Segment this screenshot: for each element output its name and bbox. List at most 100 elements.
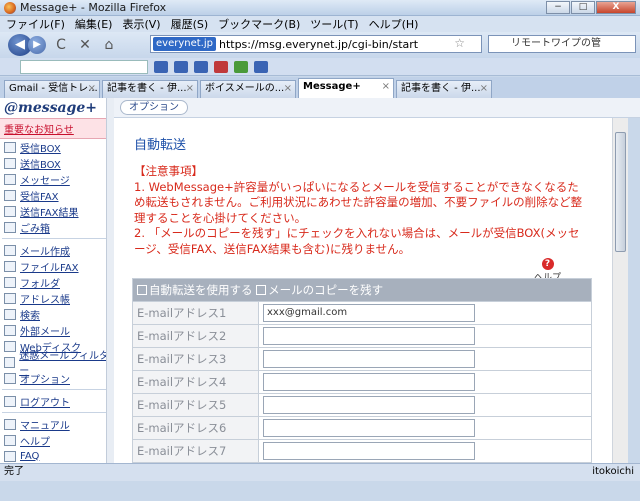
sidebar-item-search[interactable]: 検索 [0,306,111,322]
logout-icon [4,395,16,407]
options-label: オプション [129,102,179,113]
url-text[interactable]: https://msg.everynet.jp/cgi-bin/start [219,38,418,51]
toolbar-button-icon[interactable] [214,60,228,73]
tab-label: 記事を書く - 伊... [401,83,481,94]
address-label: E-mailアドレス4 [132,370,259,394]
email-field-7[interactable] [263,442,475,460]
message-plus-logo: @message+ [4,100,97,116]
status-bar: 完了 itokoichi [0,463,640,481]
tab-voicemail[interactable]: ボイスメールの... × [200,80,296,98]
toolbar-button-icon[interactable] [154,60,168,73]
minimize-button[interactable]: − [546,1,570,14]
email-field-5[interactable] [263,396,475,414]
sidebar-item-inbox[interactable]: 受信BOX [0,139,111,155]
scrollbar-thumb[interactable] [615,132,626,252]
forward-checkbox-label: 自動転送を使用する [149,283,253,297]
close-tab-icon[interactable]: × [382,79,390,95]
stop-icon[interactable]: ✕ [76,36,94,54]
menu-history[interactable]: 履歴(S) [171,16,209,32]
home-icon[interactable]: ⌂ [100,36,118,54]
caution-notes: 【注意事項】 1. WebMessage+許容量がいっぱいになるとメールを受信す… [134,164,584,257]
addon-toolbar [0,58,640,76]
table-row: E-mailアドレス4 [132,370,592,394]
sidebar-item-received-fax[interactable]: 受信FAX [0,187,111,203]
sidebar-item-sent-fax-result[interactable]: 送信FAX結果 [0,203,111,219]
sidebar-item-file-fax[interactable]: ファイルFAX [0,258,111,274]
sidebar-item-address-book[interactable]: アドレス帳 [0,290,111,306]
important-notice-link[interactable]: 重要なお知らせ [0,118,111,139]
close-tab-icon[interactable]: × [186,81,194,97]
outbox-icon [4,157,16,169]
page-title: 自動転送 [134,138,187,153]
table-row: E-mailアドレス2 [132,324,592,348]
close-button[interactable]: X [596,1,636,14]
email-field-2[interactable] [263,327,475,345]
window-title: Message+ - Mozilla Firefox [20,1,167,14]
keep-copy-checkbox-label: メールのコピーを残す [268,283,384,297]
sidebar-item-external-mail[interactable]: 外部メール [0,322,111,338]
tab-blog-2[interactable]: 記事を書く - 伊... × [396,80,492,98]
forward-icon[interactable]: ▶ [28,36,46,54]
sidebar-item-outbox[interactable]: 送信BOX [0,155,111,171]
fax-result-icon [4,205,16,217]
maximize-button[interactable]: □ [571,1,595,14]
caution-heading: 【注意事項】 [134,164,203,178]
url-bar[interactable]: everynet.jp https://msg.everynet.jp/cgi-… [150,35,482,53]
menu-help[interactable]: ヘルプ(H) [369,16,419,32]
table-row: E-mailアドレス1 xxx@gmail.com [132,301,592,325]
table-row: E-mailアドレス7 [132,439,592,463]
toolbar-search-input[interactable] [20,59,148,74]
address-cell [258,416,592,440]
email-field-6[interactable] [263,419,475,437]
tab-gmail[interactable]: Gmail - 受信トレ... × [4,80,100,98]
close-tab-icon[interactable]: × [284,81,292,97]
content-scrollbar[interactable] [612,118,628,463]
sidebar-item-faq[interactable]: FAQ [0,448,111,464]
sidebar-item-trash[interactable]: ごみ箱 [0,219,111,235]
menu-view[interactable]: 表示(V) [122,16,160,32]
menu-bookmarks[interactable]: ブックマーク(B) [218,16,300,32]
sidebar-item-spam-filter[interactable]: 迷惑メールフィルター [0,351,111,377]
search-input[interactable]: リモートワイプの管 [488,35,636,53]
forward-address-table: 自動転送を使用する メールのコピーを残す E-mailアドレス1 xxx@gmai… [132,278,592,463]
content-header-strip: オプション [114,98,640,118]
email-field-3[interactable] [263,350,475,368]
sidebar-item-manual[interactable]: マニュアル [0,416,111,432]
site-identity-badge[interactable]: everynet.jp [153,37,216,51]
toolbar-button-icon[interactable] [234,60,248,73]
menu-file[interactable]: ファイル(F) [6,16,65,32]
close-tab-icon[interactable]: × [480,81,488,97]
menu-edit[interactable]: 編集(E) [75,16,113,32]
caution-item-2: 2. 「メールのコピーを残す」にチェックを入れない場合は、メールが受信BOX(メ… [134,226,580,256]
manual-icon [4,418,16,430]
sidebar-scrollbar[interactable] [106,98,114,463]
sidebar-item-help[interactable]: ヘルプ [0,432,111,448]
bookmark-star-icon[interactable]: ☆ [454,36,465,50]
address-book-icon [4,292,16,304]
tab-message-plus[interactable]: Message+ × [298,78,394,98]
toolbar-button-icon[interactable] [194,60,208,73]
options-button[interactable]: オプション [120,100,188,115]
faq-icon [4,450,16,462]
toolbar-button-icon[interactable] [174,60,188,73]
file-fax-icon [4,260,16,272]
tab-blog-1[interactable]: 記事を書く - 伊... × [102,80,198,98]
menu-tools[interactable]: ツール(T) [310,16,358,32]
forward-checkbox[interactable] [137,285,147,295]
sidebar-item-message[interactable]: メッセージ [0,171,111,187]
table-header-cell: 自動転送を使用する メールのコピーを残す [132,278,592,302]
email-field-1[interactable]: xxx@gmail.com [263,304,475,322]
table-row: E-mailアドレス3 [132,347,592,371]
reload-icon[interactable]: C [52,36,70,54]
toolbar-button-icon[interactable] [254,60,268,73]
sidebar-item-logout[interactable]: ログアウト [0,393,111,409]
sidebar-item-folders[interactable]: フォルダ [0,274,111,290]
keep-copy-checkbox[interactable] [256,285,267,295]
close-tab-icon[interactable]: × [88,81,96,97]
trash-icon [4,221,16,233]
sidebar-item-compose[interactable]: メール作成 [0,242,111,258]
search-icon [4,308,16,320]
address-label: E-mailアドレス1 [132,301,259,325]
tab-label: Message+ [303,81,361,92]
email-field-4[interactable] [263,373,475,391]
